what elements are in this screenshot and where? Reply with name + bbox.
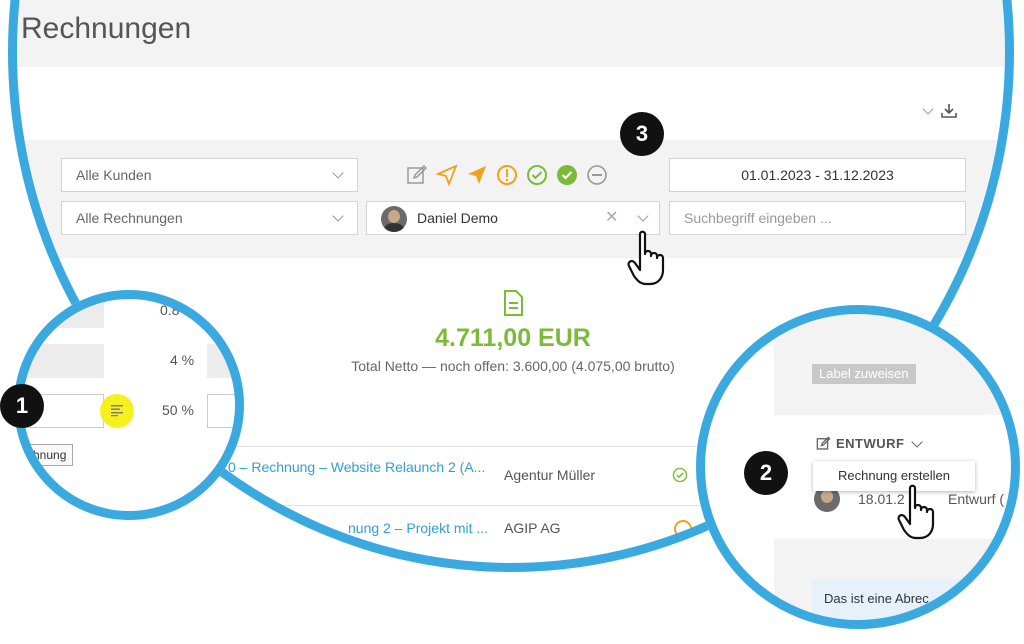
callout-badge-3: 3: [620, 112, 664, 156]
hand-cursor-icon: [627, 230, 665, 286]
hand-cursor-icon: [897, 484, 935, 540]
callout-badge-1: 1: [0, 384, 44, 428]
callout-badge-2: 2: [744, 451, 788, 495]
zoom-ring-1: [14, 290, 244, 520]
